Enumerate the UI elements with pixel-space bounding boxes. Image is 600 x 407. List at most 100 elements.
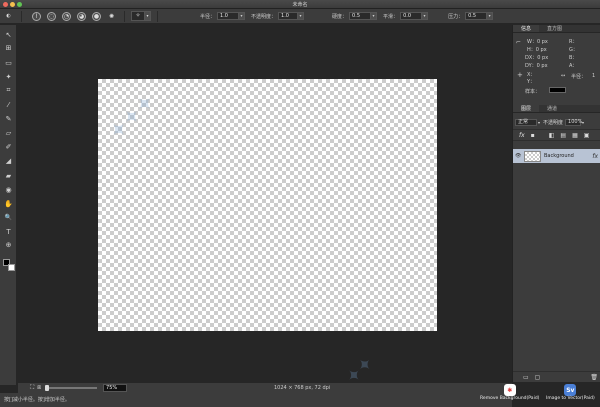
radius-input[interactable]: 1.0 [217, 12, 240, 20]
image-to-vector-icon: Sv [564, 384, 577, 396]
brush-picker-arrow[interactable]: ▾ [145, 11, 151, 21]
layer-fx-icon[interactable]: fx [592, 153, 598, 160]
layer-options: 正常 ▾ 不透明度 100% ▾ [513, 117, 600, 128]
options-bar: ◐ ⌇ ◌ ◔ ◕ ● ✺ ✧ ▾ 半径： 1.0 ▾ 不透明度： 1.0 ▾ … [0, 9, 600, 24]
brush-spray-icon[interactable]: ◕ [77, 11, 86, 21]
status-bar: ⛶ ⧈ 75% 1024 × 768 px, 72 dpi [18, 382, 512, 393]
fill-tool-icon[interactable]: ▰ [2, 170, 15, 181]
lock-icon[interactable]: ▪ [531, 132, 535, 139]
eyedropper-icon[interactable]: ⁄ [2, 99, 15, 110]
smooth-label: 平滑： [383, 13, 399, 20]
canvas-info: 1024 × 768 px, 72 dpi [274, 385, 331, 391]
magic-wand-icon[interactable]: ✦ [2, 71, 15, 82]
adjust-icon[interactable]: ▤ [560, 132, 566, 139]
tab-histogram[interactable]: 直方图 [539, 25, 570, 32]
divider [157, 10, 158, 22]
marquee-tool-icon[interactable]: ▭ [2, 57, 15, 68]
zoom-slider-knob[interactable] [45, 385, 50, 391]
pressure-control: 压力： 0.5 ▾ [448, 12, 494, 20]
brush-tool-icon[interactable]: ✐ [2, 141, 15, 152]
divider [21, 10, 22, 22]
tool-preset-icon[interactable]: ◐ [4, 12, 13, 21]
hint-bar: 按[]减小半径。按]增加半径。 [0, 393, 512, 407]
eraser-tool-icon[interactable]: ▱ [2, 127, 15, 138]
hand-tool-icon[interactable]: ✋ [2, 198, 15, 209]
tab-layers[interactable]: 图层 [513, 105, 540, 112]
layer-opacity-arrow[interactable]: ▾ [582, 120, 584, 125]
smooth-dropdown[interactable]: ▾ [422, 12, 429, 20]
new-group-icon[interactable]: ▭ [523, 374, 529, 381]
info-x: X： [527, 72, 536, 78]
radius-dropdown[interactable]: ▾ [239, 12, 246, 20]
smooth-control: 平滑： 0.0 ▾ [383, 12, 429, 20]
delete-layer-icon[interactable]: 🗑 [590, 374, 598, 381]
text-tool-icon[interactable]: T [2, 226, 15, 237]
opacity-input[interactable]: 1.0 [278, 12, 299, 20]
brush-fill-icon[interactable]: ● [92, 11, 101, 21]
brush-shape-icon[interactable]: ✺ [107, 12, 116, 21]
info-width: W：0 px [527, 39, 548, 45]
hardness-input[interactable]: 0.5 [349, 12, 372, 20]
brush-hard-icon[interactable]: ◔ [62, 11, 71, 21]
radius-icon: ↔ [561, 73, 566, 79]
tab-info[interactable]: 信息 [513, 25, 540, 32]
info-blue: B： [569, 55, 578, 61]
image-to-vector-button[interactable]: Sv Image to Vector(Paid) [546, 384, 595, 401]
brush-mode-icon[interactable]: ⌇ [32, 11, 41, 21]
info-green: G： [569, 47, 578, 53]
tools-toolbar: ↖ ⊞ ▭ ✦ ⌗ ⁄ ✎ ▱ ✐ ◢ ▰ ◉ ✋ 🔍 T ⊕ [0, 25, 17, 385]
link-icon[interactable]: ▣ [584, 132, 590, 139]
info-alpha: A： [569, 63, 578, 69]
group-icon[interactable]: ▦ [572, 132, 578, 139]
zoom-input[interactable]: 75% [103, 384, 128, 392]
info-height: H：0 px [527, 47, 547, 53]
layers-footer: ▭ ▢ 🗑 [513, 371, 600, 382]
zoom-slider[interactable] [45, 385, 98, 391]
layer-opacity-input[interactable]: 100% [565, 119, 582, 126]
new-layer-icon[interactable]: ▢ [535, 374, 541, 381]
blend-mode-select[interactable]: 正常 [515, 119, 537, 126]
artboard-tool-icon[interactable]: ⊞ [2, 42, 15, 53]
radius-label: 半径： [200, 13, 216, 20]
crop-tool-icon[interactable]: ⌗ [2, 85, 15, 96]
visibility-eye-icon[interactable]: 👁 [515, 153, 521, 159]
sample-color-swatch[interactable] [549, 87, 566, 93]
actual-size-icon[interactable]: ⧈ [37, 384, 41, 392]
info-radius-label: 半径： [571, 74, 587, 80]
fit-screen-icon[interactable]: ⛶ [30, 384, 34, 392]
opacity-label: 不透明度： [251, 13, 277, 20]
layer-thumbnail [524, 150, 541, 162]
remove-background-button[interactable]: ✱ Remove Background(Paid) [480, 384, 539, 401]
pressure-dropdown[interactable]: ▾ [487, 12, 494, 20]
zoom-tool-icon[interactable]: 🔍 [2, 212, 15, 223]
brush-soft-icon[interactable]: ◌ [47, 11, 56, 21]
remove-background-label: Remove Background(Paid) [480, 396, 540, 401]
pressure-input[interactable]: 0.5 [465, 12, 488, 20]
remove-background-icon: ✱ [503, 384, 516, 396]
opacity-control: 不透明度： 1.0 ▾ [251, 12, 305, 20]
background-color-swatch[interactable] [8, 264, 15, 271]
info-dy: DY：0 px [525, 63, 548, 69]
fx-icon[interactable]: fx [519, 132, 525, 139]
right-panel: 信息 直方图 ⌐ W：0 px H：0 px DX：0 px DY：0 px R… [512, 25, 600, 382]
info-y: Y： [527, 79, 536, 85]
mask-icon[interactable]: ◧ [549, 132, 555, 139]
tab-channels[interactable]: 通道 [539, 105, 565, 112]
blend-mode-arrow[interactable]: ▾ [538, 120, 540, 125]
stamp-tool-icon[interactable]: ◢ [2, 155, 15, 166]
zoom-fit-icon[interactable]: ⊕ [2, 239, 15, 250]
layer-row-background[interactable]: 👁 Background fx [513, 149, 600, 163]
layer-name: Background [544, 153, 574, 159]
smooth-input[interactable]: 0.0 [400, 12, 423, 20]
opacity-dropdown[interactable]: ▾ [298, 12, 305, 20]
brush-picker[interactable]: ✧ [131, 11, 145, 21]
eye-tool-icon[interactable]: ◉ [2, 184, 15, 195]
title-bar: 未命名 [0, 0, 600, 9]
info-red: R： [569, 39, 578, 45]
move-tool-icon[interactable]: ↖ [2, 29, 15, 40]
pencil-tool-icon[interactable]: ✎ [2, 113, 15, 124]
hardness-dropdown[interactable]: ▾ [371, 12, 378, 20]
workspace [18, 25, 512, 382]
divider [124, 10, 125, 22]
document-canvas[interactable] [98, 79, 437, 331]
